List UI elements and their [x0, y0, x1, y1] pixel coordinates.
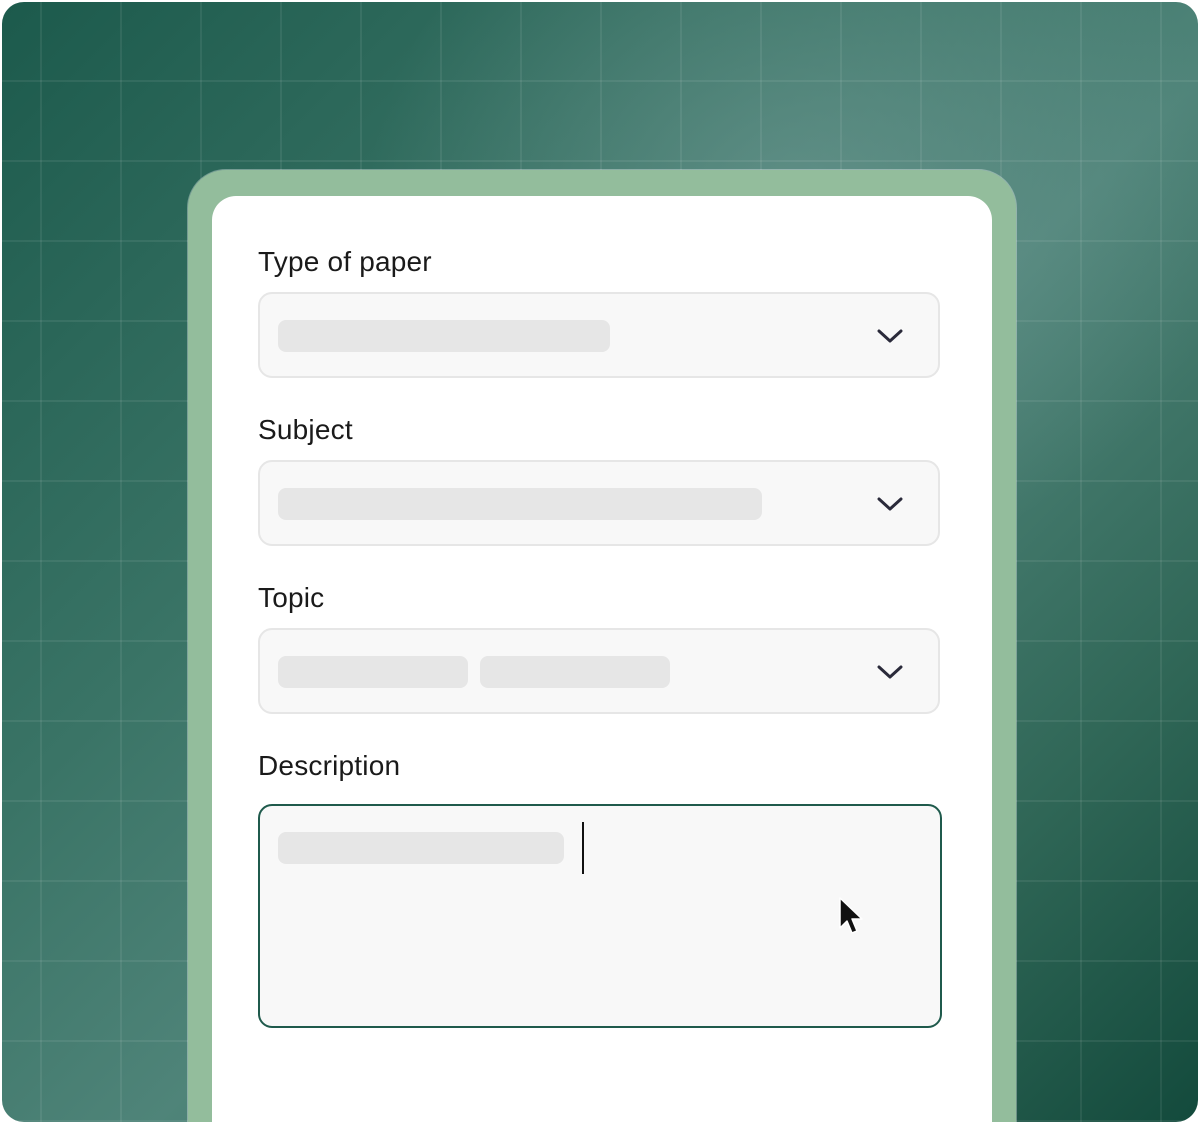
- topic-chip-placeholder: [480, 656, 670, 688]
- chevron-down-icon: [877, 329, 903, 343]
- subject-label: Subject: [258, 414, 353, 445]
- topic-chip-placeholder: [278, 656, 468, 688]
- subject-dropdown[interactable]: [258, 460, 940, 546]
- description-text-placeholder: [278, 832, 564, 864]
- subject-value-placeholder: [278, 488, 762, 520]
- chevron-down-icon: [877, 665, 903, 679]
- mouse-pointer-icon: [839, 897, 863, 934]
- topic-label: Topic: [258, 582, 325, 613]
- text-caret: [582, 822, 584, 874]
- chevron-down-icon: [877, 497, 903, 511]
- form-card: Type of paper Subject Topic Description: [212, 196, 992, 1122]
- type-of-paper-value-placeholder: [278, 320, 610, 352]
- topic-dropdown[interactable]: [258, 628, 940, 714]
- background-frame: Type of paper Subject Topic Description: [2, 2, 1198, 1122]
- description-textarea[interactable]: [258, 804, 942, 1028]
- type-of-paper-label: Type of paper: [258, 246, 432, 277]
- description-label: Description: [258, 750, 401, 781]
- type-of-paper-dropdown[interactable]: [258, 292, 940, 378]
- form-card-border: Type of paper Subject Topic Description: [188, 170, 1016, 1122]
